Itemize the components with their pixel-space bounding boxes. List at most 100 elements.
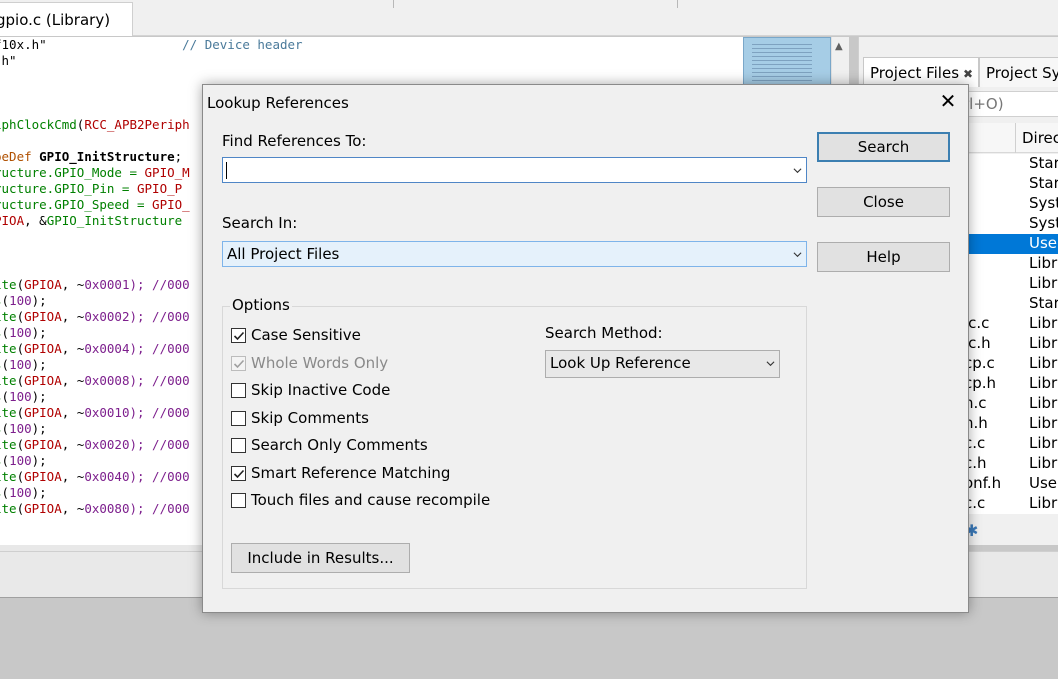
code-token: GPIO_P — [137, 181, 183, 196]
code-token: 100 — [9, 325, 32, 340]
close-icon[interactable]: ✖ — [963, 67, 973, 81]
column-directory[interactable]: Direc — [1022, 129, 1058, 147]
code-token: ); //000 — [129, 373, 190, 388]
include-in-results-button[interactable]: Include in Results... — [231, 543, 410, 573]
checkbox-box[interactable] — [231, 438, 246, 453]
code-token: GPIOA — [24, 309, 62, 324]
code-token: ite — [0, 277, 17, 292]
close-button[interactable]: Close — [817, 187, 950, 217]
checkmark-icon — [231, 356, 246, 371]
code-token: GPIOA — [24, 277, 62, 292]
code-token: ite — [0, 469, 17, 484]
code-token: GPIO_M — [144, 165, 190, 180]
chevron-down-icon[interactable] — [793, 250, 802, 259]
code-token: PIOA — [0, 213, 25, 228]
file-directory: Syst — [1029, 194, 1058, 212]
file-directory: Star — [1029, 294, 1058, 312]
code-token: 0x0008 — [84, 373, 130, 388]
code-token: 0x0004 — [84, 341, 130, 356]
code-token: 0x0080 — [84, 501, 130, 516]
code-token: ( — [16, 341, 25, 356]
code-token: ( — [1, 293, 10, 308]
code-token: ructure.GPIO_Mode = — [0, 165, 145, 180]
file-directory: Star — [1029, 154, 1058, 172]
option-label: Touch files and cause recompile — [251, 491, 491, 509]
editor-tab-label: gpio.c (Library) — [0, 11, 111, 29]
help-button[interactable]: Help — [817, 242, 950, 272]
code-token: ); //000 — [129, 341, 190, 356]
code-token: 0x0020 — [84, 437, 130, 452]
search-method-select[interactable]: Look Up Reference — [545, 350, 780, 378]
scroll-up-icon[interactable]: ▲ — [835, 41, 843, 52]
tab-divider — [677, 0, 678, 8]
code-token: ); — [31, 453, 47, 468]
code-token: ( — [16, 437, 25, 452]
code-token: ( — [1, 389, 10, 404]
code-token: 100 — [9, 293, 32, 308]
code-token: ite — [0, 437, 17, 452]
code-token: 100 — [9, 453, 32, 468]
code-token: iphClockCmd — [0, 117, 77, 132]
chevron-down-icon[interactable] — [766, 359, 775, 368]
find-references-label: Find References To: — [222, 132, 367, 150]
code-token: ructure.GPIO_Pin = — [0, 181, 137, 196]
code-token: GPIO_InitStructure — [46, 213, 183, 228]
checkmark-icon[interactable] — [231, 328, 246, 343]
code-line: .h" — [0, 53, 303, 69]
search-in-select[interactable]: All Project Files — [222, 241, 807, 267]
code-token: GPIOA — [24, 373, 62, 388]
text-caret — [226, 162, 227, 179]
close-icon[interactable]: ✕ — [936, 89, 960, 113]
code-token: 0x0040 — [84, 469, 130, 484]
file-directory: Libra — [1029, 454, 1058, 472]
search-in-value: All Project Files — [227, 245, 340, 263]
file-directory: Libra — [1029, 274, 1058, 292]
file-directory: Libra — [1029, 314, 1058, 332]
column-divider[interactable] — [1015, 123, 1016, 153]
code-token: ( — [16, 309, 25, 324]
checkbox-box[interactable] — [231, 493, 246, 508]
code-token: ); //000 — [129, 309, 190, 324]
code-token: ( — [16, 373, 25, 388]
editor-tab-gpio[interactable]: gpio.c (Library) — [0, 2, 133, 36]
code-line: f10x.h" // Device header — [0, 37, 303, 53]
code-token: // Device header — [46, 37, 303, 52]
search-button[interactable]: Search — [817, 132, 950, 162]
checkbox-box[interactable] — [231, 383, 246, 398]
code-token: ( — [1, 325, 10, 340]
tab-divider — [393, 0, 394, 8]
file-directory: Syst — [1029, 214, 1058, 232]
code-token: ite — [0, 373, 17, 388]
search-method-label: Search Method: — [545, 324, 663, 342]
code-token: 100 — [9, 389, 32, 404]
code-token: GPIOA — [24, 501, 62, 516]
chevron-down-icon[interactable] — [793, 166, 802, 175]
checkbox-box[interactable] — [231, 411, 246, 426]
code-token: ); — [31, 485, 47, 500]
code-token: , ~ — [61, 309, 85, 324]
code-token: 0x0001 — [84, 277, 130, 292]
option-label: Smart Reference Matching — [251, 464, 451, 482]
checkmark-icon[interactable] — [231, 466, 246, 481]
code-token: ); //000 — [129, 437, 190, 452]
code-token: 100 — [9, 357, 32, 372]
code-token: ); — [31, 421, 47, 436]
code-token: 100 — [9, 421, 32, 436]
file-directory: Libra — [1029, 414, 1058, 432]
code-token: ); — [31, 325, 47, 340]
code-token: ( — [1, 421, 10, 436]
code-token: ( — [1, 357, 10, 372]
dialog-title: Lookup References — [207, 94, 349, 112]
code-token: , ~ — [61, 405, 85, 420]
tab-project-files[interactable]: Project Files ✖ — [863, 57, 979, 87]
file-directory: User — [1029, 474, 1058, 492]
find-references-input[interactable] — [222, 157, 807, 183]
code-token: ite — [0, 341, 17, 356]
code-token: ructure.GPIO_Speed = — [0, 197, 153, 212]
tab-project-symbols[interactable]: Project Sy — [979, 57, 1058, 87]
code-token: 100 — [9, 485, 32, 500]
code-token: , ~ — [61, 469, 85, 484]
code-token: ( — [16, 405, 25, 420]
code-token: .h" — [0, 53, 17, 68]
